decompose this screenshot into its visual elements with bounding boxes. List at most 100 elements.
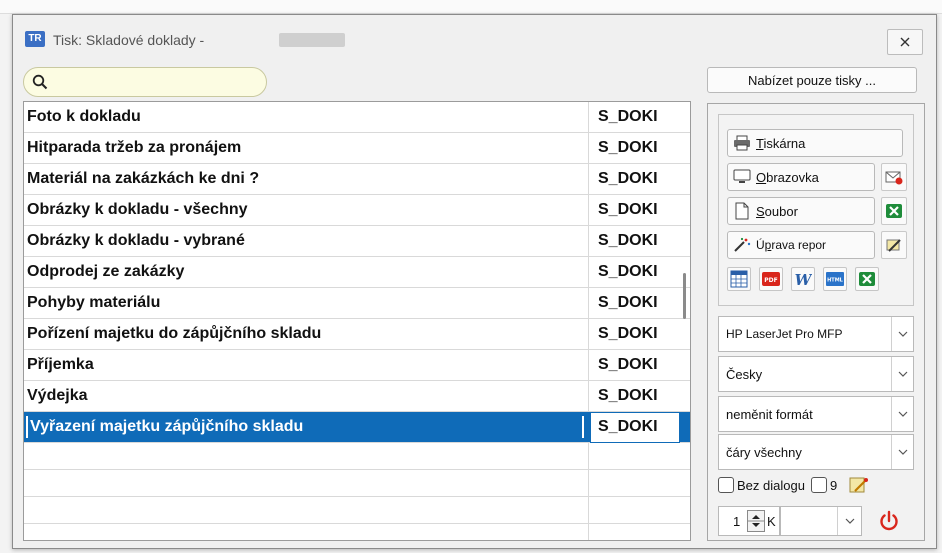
format-select[interactable]: neměnit formát [718, 396, 914, 432]
email-icon [885, 171, 903, 185]
report-name: Odprodej ze zakázky [27, 263, 185, 280]
column-separator [588, 226, 589, 256]
search-input[interactable] [23, 67, 267, 97]
empty-row [24, 443, 690, 470]
pdf-icon: PDF [762, 272, 780, 286]
designer-button[interactable] [881, 231, 907, 259]
html-icon: HTML [826, 272, 844, 286]
report-code: S_DOKI [598, 170, 658, 187]
printer-select[interactable]: HP LaserJet Pro MFP [718, 316, 914, 352]
file-button-accel: S [756, 203, 765, 219]
output-buttons-group: Tiskárna Obrazovka Soubor Úprava repor P… [718, 114, 914, 306]
column-separator [588, 257, 589, 287]
stepper-arrows[interactable] [747, 510, 765, 532]
report-code: S_DOKI [598, 325, 658, 342]
chevron-down-icon [891, 397, 913, 431]
copies-stepper[interactable]: 1 K [718, 506, 780, 536]
html-button[interactable]: HTML [823, 267, 847, 291]
screen-button[interactable]: Obrazovka [727, 163, 875, 191]
printer-select-value: HP LaserJet Pro MFP [726, 327, 843, 341]
search-icon [32, 74, 48, 90]
report-code: S_DOKI [598, 232, 658, 249]
column-separator [588, 497, 589, 523]
report-code: S_DOKI [598, 418, 658, 435]
column-separator [588, 288, 589, 318]
file-icon [732, 202, 752, 220]
list-item[interactable]: Odprodej ze zakázky S_DOKI [24, 257, 690, 288]
output-panel: Tiskárna Obrazovka Soubor Úprava repor P… [707, 103, 925, 541]
report-edit-prefix: Ú [756, 238, 765, 252]
report-code: S_DOKI [598, 356, 658, 373]
report-name: Obrázky k dokladu - vybrané [27, 232, 245, 249]
format-select-value: neměnit formát [726, 406, 813, 422]
report-code-cell[interactable]: S_DOKI [590, 412, 680, 443]
list-item[interactable]: Příjemka S_DOKI [24, 350, 690, 381]
language-select-value: Česky [726, 366, 763, 382]
column-separator [588, 133, 589, 163]
excel-icon [886, 204, 902, 218]
no-dialog-checkbox[interactable] [718, 477, 734, 493]
excel-button[interactable] [855, 267, 879, 291]
list-item-selected[interactable]: Vyřazení majetku zápůjčního skladu S_DOK… [24, 412, 690, 443]
excel-icon [859, 272, 875, 286]
list-item[interactable]: Materiál na zakázkách ke dni ? S_DOKI [24, 164, 690, 195]
column-separator [588, 195, 589, 225]
list-item[interactable]: Pořízení majetku do zápůjčního skladu S_D… [24, 319, 690, 350]
report-code: S_DOKI [598, 294, 658, 311]
designer-icon [886, 239, 901, 252]
settings-tool-icon[interactable] [849, 476, 869, 494]
report-code: S_DOKI [598, 387, 658, 404]
list-item[interactable]: Hitparada tržeb za pronájem S_DOKI [24, 133, 690, 164]
close-button[interactable] [887, 29, 923, 55]
file-button[interactable]: Soubor [727, 197, 875, 225]
report-name: Materiál na zakázkách ke dni ? [27, 170, 260, 187]
list-item[interactable]: Výdejka S_DOKI [24, 381, 690, 412]
copies-suffix: K [767, 514, 776, 529]
title-bar: TR Tisk: Skladové doklady - [13, 15, 936, 63]
wand-icon [732, 236, 752, 254]
screen-button-accel: O [756, 169, 767, 185]
count-checkbox[interactable] [810, 477, 827, 493]
list-item[interactable]: Foto k dokladu S_DOKI [24, 102, 690, 133]
no-dialog-row: Bez dialogu 9 [718, 474, 869, 496]
report-list[interactable]: Foto k dokladu S_DOKI Hitparada tržeb za … [23, 101, 691, 541]
lines-select[interactable]: čáry všechny [718, 434, 914, 470]
file-button-label: oubor [764, 203, 798, 219]
title-redacted-block [279, 33, 345, 47]
printer-button[interactable]: Tiskárna [727, 129, 903, 157]
monitor-icon [732, 168, 752, 186]
email-button[interactable] [881, 163, 907, 191]
column-separator [588, 524, 589, 540]
scrollbar-thumb[interactable] [683, 273, 686, 319]
language-select[interactable]: Česky [718, 356, 914, 392]
column-separator [588, 470, 589, 496]
power-button[interactable] [876, 508, 902, 534]
column-separator [588, 443, 589, 469]
svg-text:HTML: HTML [827, 278, 844, 284]
report-edit-button[interactable]: Úprava repor [727, 231, 875, 259]
svg-text:W: W [795, 271, 812, 287]
chevron-down-icon [837, 507, 861, 535]
report-code: S_DOKI [598, 263, 658, 280]
list-item[interactable]: Obrázky k dokladu - všechny S_DOKI [24, 195, 690, 226]
column-separator [588, 102, 589, 132]
list-item[interactable]: Obrázky k dokladu - vybrané S_DOKI [24, 226, 690, 257]
list-item[interactable]: Pohyby materiálu S_DOKI [24, 288, 690, 319]
offer-prints-button[interactable]: Nabízet pouze tisky ... [707, 67, 917, 93]
printer-icon [732, 134, 752, 152]
edit-caret [26, 416, 28, 438]
excel-export-button[interactable] [881, 197, 907, 225]
printer-button-label: iskárna [763, 135, 806, 151]
column-separator [588, 381, 589, 411]
close-icon [900, 37, 910, 47]
column-separator [588, 319, 589, 349]
word-button[interactable]: W [791, 267, 815, 291]
screen-button-label: brazovka [766, 169, 819, 185]
column-separator [588, 350, 589, 380]
pdf-button[interactable]: PDF [759, 267, 783, 291]
report-name: Pořízení majetku do zápůjčního skladu [27, 325, 322, 342]
empty-row [24, 470, 690, 497]
copies-unit-select[interactable] [780, 506, 862, 536]
report-edit-label: rava repor [771, 238, 827, 252]
table-format-button[interactable] [727, 267, 751, 291]
